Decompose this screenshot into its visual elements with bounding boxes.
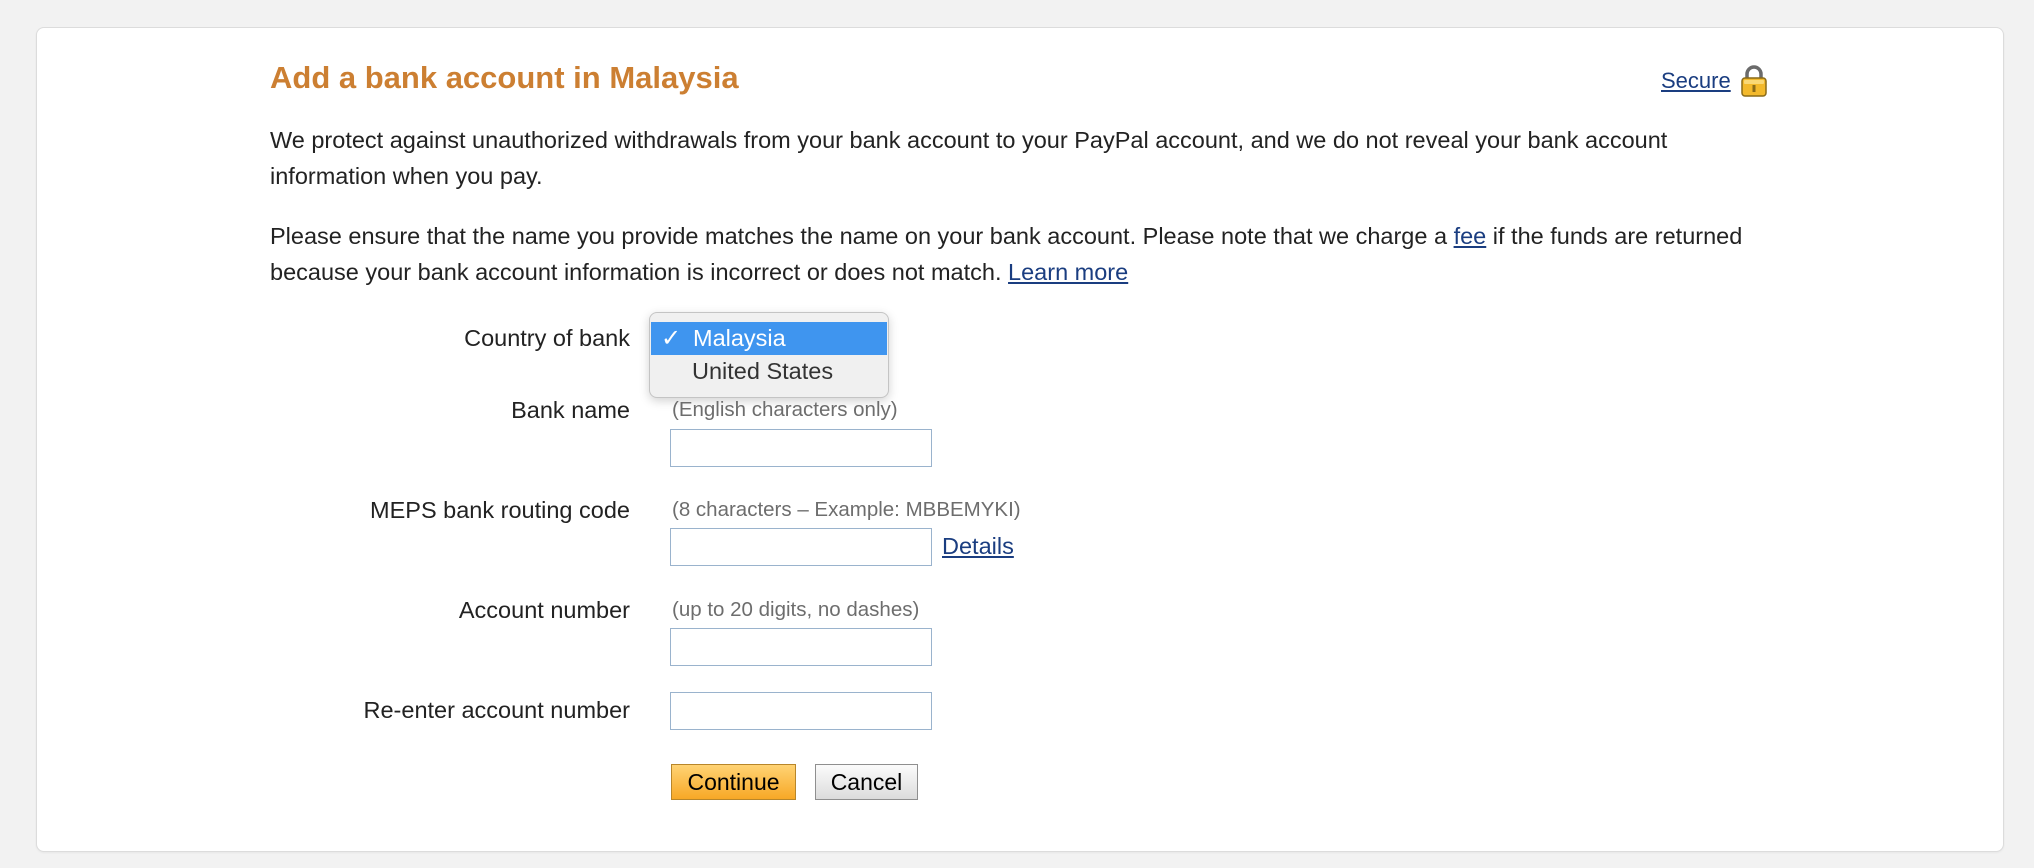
bank-name-label: Bank name — [511, 397, 630, 423]
bank-name-input[interactable] — [670, 429, 932, 467]
secure-indicator: Secure — [1661, 58, 1769, 104]
account-number-hint: (up to 20 digits, no dashes) — [672, 598, 920, 621]
country-option-malaysia[interactable]: ✓ Malaysia — [651, 322, 887, 355]
account-number-input[interactable] — [670, 628, 932, 666]
option-label: United States — [692, 358, 834, 384]
routing-code-label: MEPS bank routing code — [370, 497, 630, 523]
protection-notice: We protect against unauthorized withdraw… — [270, 127, 1668, 189]
checkmark-icon: ✓ — [661, 325, 682, 352]
name-match-notice: Please ensure that the name you provide … — [270, 218, 1750, 290]
secure-link[interactable]: Secure — [1661, 58, 1731, 104]
account-number-label: Account number — [458, 597, 630, 623]
option-label: Malaysia — [693, 325, 786, 351]
learn-more-link[interactable]: Learn more — [1008, 259, 1128, 285]
notice-text-start: Please ensure that the name you provide … — [270, 223, 1454, 249]
bank-name-hint: (English characters only) — [672, 398, 898, 421]
continue-button[interactable]: Continue — [671, 764, 796, 800]
routing-code-input[interactable] — [670, 528, 932, 566]
reenter-account-label: Re-enter account number — [363, 697, 630, 723]
fee-link[interactable]: fee — [1454, 223, 1487, 249]
country-select-menu[interactable]: ✓ Malaysia United States — [649, 312, 889, 398]
cancel-button[interactable]: Cancel — [815, 764, 918, 800]
page-title: Add a bank account in Malaysia — [270, 60, 739, 95]
details-link[interactable]: Details — [942, 530, 1014, 562]
country-label: Country of bank — [464, 325, 630, 351]
country-option-united-states[interactable]: United States — [650, 355, 888, 388]
padlock-icon — [1739, 64, 1769, 98]
reenter-account-input[interactable] — [670, 692, 932, 730]
routing-code-hint: (8 characters – Example: MBBEMYKI) — [672, 498, 1021, 521]
